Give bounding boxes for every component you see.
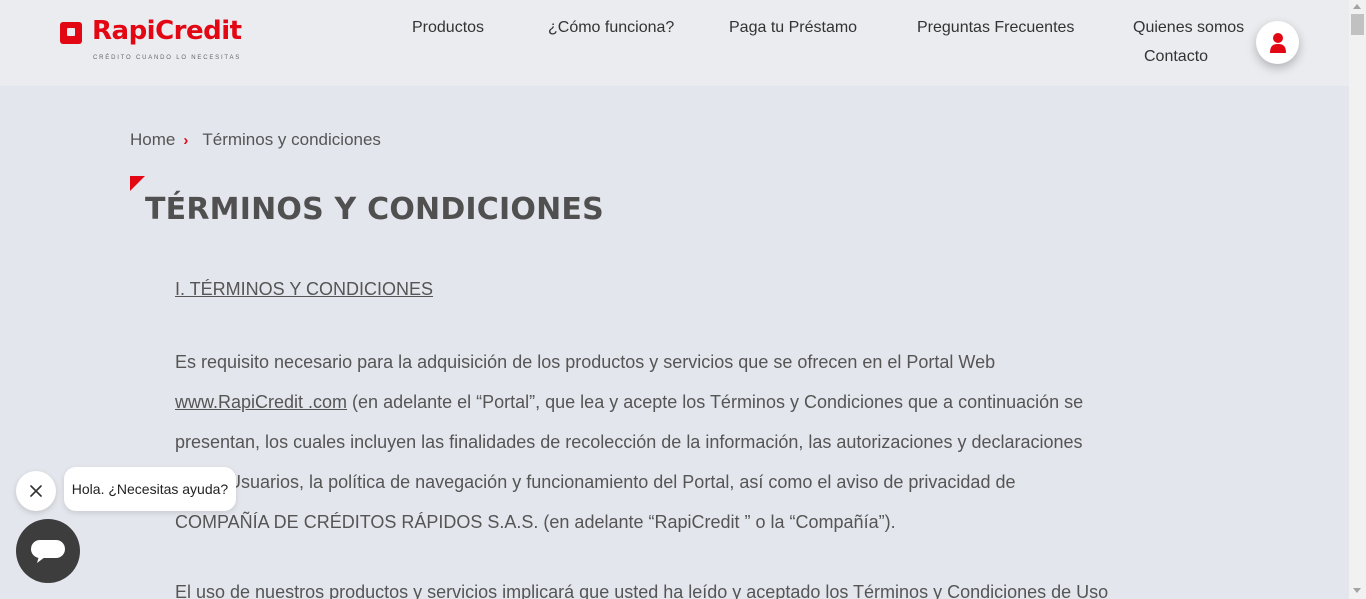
terms-paragraph-1: Es requisito necesario para la adquisici…	[175, 342, 1085, 542]
paragraph-1-text-a: Es requisito necesario para la adquisici…	[175, 352, 996, 372]
nav-quienes-somos[interactable]: Quienes somos	[1133, 19, 1244, 37]
paragraph-1-text-b: (en adelante el “Portal”, que lea y acep…	[175, 392, 1084, 532]
page-title: TÉRMINOS Y CONDICIONES	[145, 192, 604, 227]
nav-paga-prestamo[interactable]: Paga tu Préstamo	[729, 19, 857, 37]
site-header: RapiCredit CRÉDITO CUANDO LO NECESITAS P…	[0, 0, 1349, 86]
user-icon	[1269, 32, 1286, 53]
chevron-right-icon: ›	[183, 131, 189, 149]
portal-link[interactable]: www.RapiCredit .com	[175, 392, 347, 412]
chat-greeting-bubble[interactable]: Hola. ¿Necesitas ayuda?	[64, 467, 236, 511]
logo-mark-icon	[60, 22, 82, 44]
nav-preguntas-frecuentes[interactable]: Preguntas Frecuentes	[917, 19, 1074, 37]
nav-productos[interactable]: Productos	[412, 19, 484, 37]
scroll-up-arrow-icon[interactable]	[1353, 4, 1361, 9]
breadcrumb-home[interactable]: Home	[130, 130, 175, 150]
page-scrollbar[interactable]	[1349, 0, 1366, 599]
logo-tagline: CRÉDITO CUANDO LO NECESITAS	[93, 55, 242, 61]
terms-paragraph-2: El uso de nuestros productos y servicios…	[175, 582, 1109, 599]
nav-contacto[interactable]: Contacto	[1144, 48, 1208, 66]
logo-text: RapiCredit	[92, 16, 242, 46]
chat-close-button[interactable]	[16, 471, 56, 511]
scroll-down-arrow-icon[interactable]	[1353, 588, 1361, 593]
rapicredit-logo[interactable]: RapiCredit CRÉDITO CUANDO LO NECESITAS	[60, 16, 260, 65]
nav-como-funciona[interactable]: ¿Cómo funciona?	[548, 19, 674, 37]
breadcrumb: Home › Términos y condiciones	[130, 130, 381, 150]
section-title: I. TÉRMINOS Y CONDICIONES	[175, 279, 434, 299]
chat-icon	[31, 540, 65, 563]
chat-launcher-button[interactable]	[16, 519, 80, 583]
title-corner-accent	[130, 176, 145, 191]
breadcrumb-current: Términos y condiciones	[202, 130, 381, 149]
scroll-thumb[interactable]	[1351, 14, 1364, 35]
close-icon	[30, 485, 42, 497]
user-account-button[interactable]	[1256, 21, 1299, 64]
